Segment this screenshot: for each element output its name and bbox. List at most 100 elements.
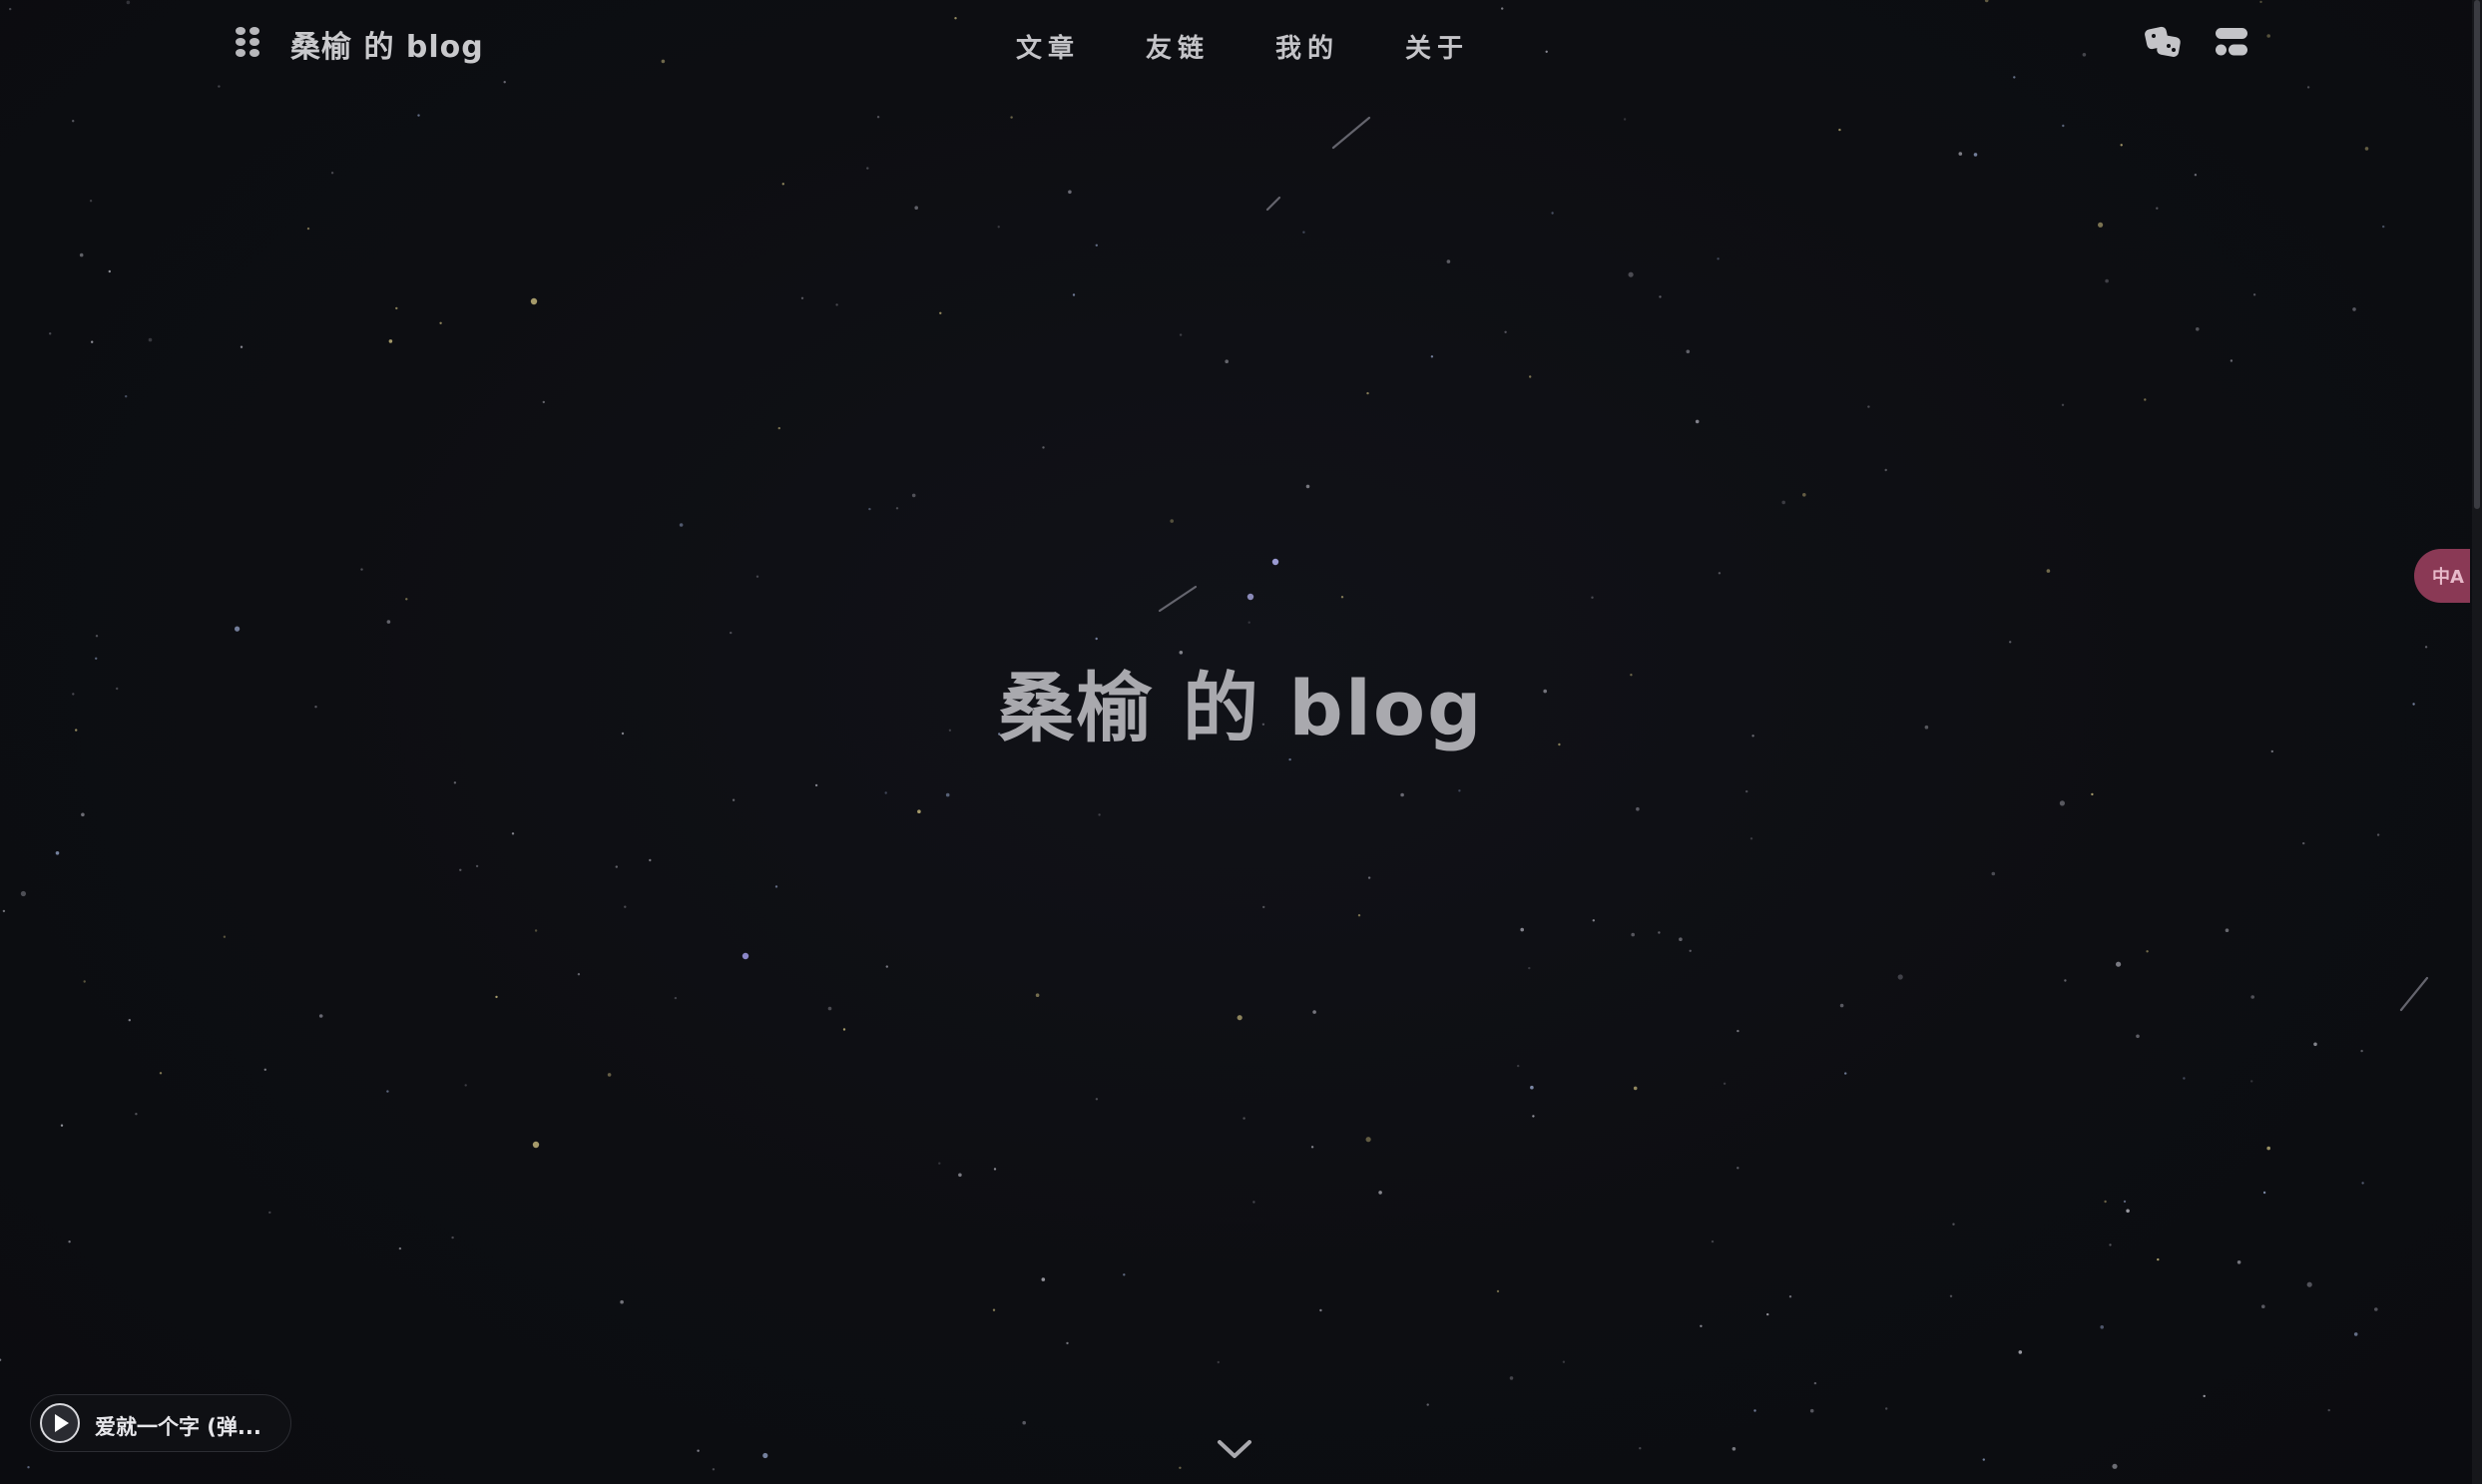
star (1723, 1082, 1727, 1086)
star (1639, 1447, 1642, 1450)
star (2306, 1281, 2312, 1287)
star (318, 1014, 323, 1018)
star (2203, 1394, 2206, 1398)
star (1042, 446, 1045, 449)
star (2261, 1304, 2265, 1308)
star (2061, 403, 2065, 406)
star (388, 339, 393, 343)
star (1217, 1360, 1221, 1364)
star (997, 226, 1000, 229)
star (1633, 1086, 1638, 1091)
dice-icon[interactable] (2144, 24, 2182, 60)
site-title[interactable]: 桑榆 的 blog (290, 22, 484, 66)
star (2327, 1408, 2330, 1412)
star (2104, 1200, 2107, 1204)
star (835, 303, 838, 306)
star (1271, 558, 1279, 566)
star (1123, 1273, 1126, 1276)
star (108, 269, 112, 273)
page: 桑榆 的 blog 文章 友链 我的 关于 桑榆 的 blog 爱就一个字 (弹… (0, 0, 2482, 1484)
star (1591, 596, 1594, 599)
shooting-star (1331, 116, 1371, 150)
star (842, 1028, 846, 1031)
star (2062, 124, 2065, 128)
star (1312, 1010, 1316, 1014)
star (2157, 1257, 2160, 1261)
star (2009, 641, 2012, 644)
star (1958, 152, 1963, 156)
star (1095, 1098, 1099, 1101)
star (1532, 1115, 1535, 1118)
star (895, 507, 899, 510)
star (1170, 519, 1174, 523)
star (1319, 1308, 1322, 1312)
star (2156, 207, 2159, 210)
star (1689, 949, 1692, 952)
star (1430, 355, 1434, 358)
grid-dots-icon[interactable] (236, 27, 261, 57)
star (1365, 1137, 1371, 1143)
star (1717, 257, 1720, 260)
star (60, 1124, 64, 1127)
play-icon[interactable] (42, 1405, 78, 1441)
star (1041, 1277, 1046, 1281)
star (2146, 950, 2149, 953)
nav-item-mine[interactable]: 我的 (1275, 28, 1339, 65)
nav-item-about[interactable]: 关于 (1405, 28, 1469, 65)
star (2046, 569, 2051, 573)
star (386, 1090, 389, 1093)
star (1288, 757, 1291, 761)
star (2091, 792, 2094, 796)
star (2059, 800, 2065, 806)
star (624, 905, 627, 908)
star (1010, 116, 1013, 119)
star (2120, 144, 2123, 147)
star (1496, 1289, 1500, 1293)
star (1035, 993, 1040, 997)
star (2313, 1042, 2317, 1047)
star (395, 306, 398, 310)
star (938, 1162, 941, 1165)
translate-button[interactable]: 中A (2414, 549, 2470, 603)
scrollbar[interactable] (2472, 0, 2482, 1484)
star (55, 851, 60, 855)
music-player[interactable]: 爱就一个字 (弹... (30, 1394, 291, 1452)
star (68, 1240, 71, 1243)
star (2382, 225, 2385, 229)
star (439, 321, 442, 324)
star (1262, 905, 1265, 909)
star (2252, 293, 2256, 296)
nav-item-articles[interactable]: 文章 (1016, 28, 1080, 65)
star (83, 980, 86, 983)
star (2064, 979, 2067, 982)
hero-title: 桑榆 的 blog (998, 664, 1484, 752)
star (2098, 222, 2104, 228)
star (2183, 1077, 2186, 1080)
chevron-down-icon[interactable] (1216, 1437, 1253, 1461)
star (697, 1449, 700, 1452)
star (1732, 1447, 1737, 1451)
nav-item-friends[interactable]: 友链 (1146, 28, 1210, 65)
star (511, 832, 515, 835)
star (620, 1299, 624, 1304)
star (235, 626, 241, 632)
star (2250, 995, 2254, 999)
star (79, 252, 84, 257)
album-cover[interactable] (40, 1403, 80, 1443)
star (405, 598, 408, 601)
star (1426, 1403, 1429, 1406)
star (1179, 333, 1183, 336)
star (1737, 1167, 1739, 1170)
star (417, 114, 420, 117)
star (542, 400, 545, 404)
star (2123, 1200, 2127, 1204)
scrollbar-thumb[interactable] (2474, 0, 2480, 509)
toggle-layout-icon[interactable] (2214, 24, 2249, 60)
star (72, 120, 75, 123)
star (885, 965, 888, 968)
star (1949, 1294, 1953, 1298)
star (730, 631, 733, 635)
shooting-star (1265, 196, 1281, 212)
star (1458, 789, 1461, 792)
star (1781, 500, 1785, 505)
